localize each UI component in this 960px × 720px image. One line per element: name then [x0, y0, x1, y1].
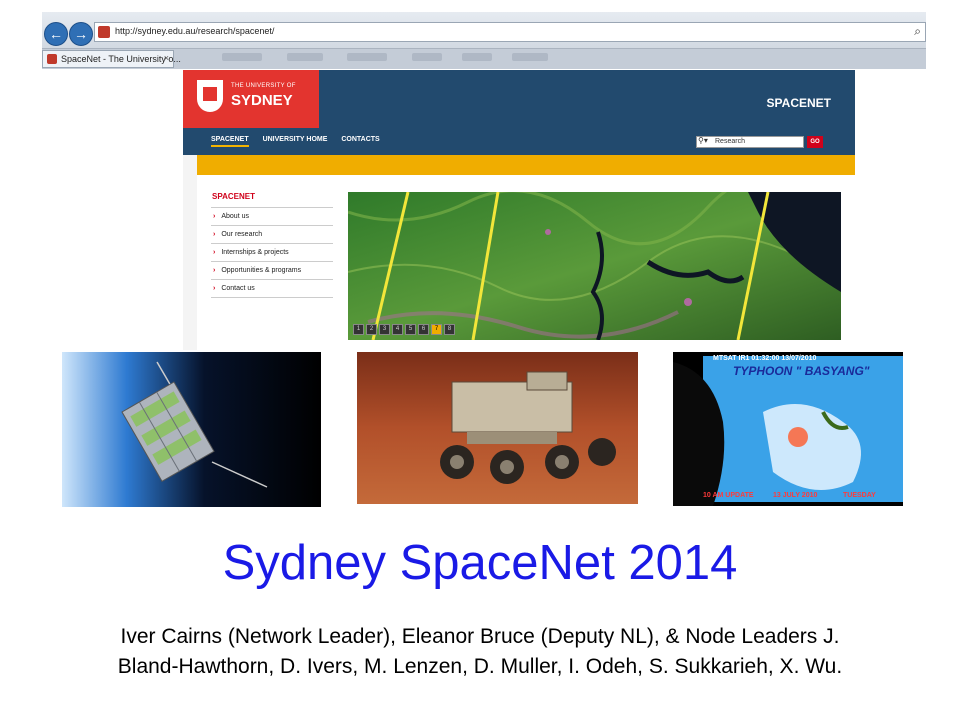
- site-search-input[interactable]: ⚲▾ Research: [696, 136, 804, 148]
- toolbar-item[interactable]: [512, 53, 548, 61]
- logo-small-text: THE UNIVERSITY OF: [231, 83, 296, 89]
- chevron-right-icon: ›: [213, 231, 216, 238]
- slider-page-6[interactable]: 6: [418, 324, 429, 335]
- search-value: Research: [715, 138, 745, 145]
- toolbar-item[interactable]: [412, 53, 442, 61]
- sidebar-item-label: Contact us: [221, 285, 255, 292]
- logo-big-text: SYDNEY: [231, 92, 293, 109]
- authors-line-2: Bland-Hawthorn, D. Ivers, M. Lenzen, D. …: [117, 655, 843, 678]
- day-text: TUESDAY: [843, 492, 876, 499]
- slider-page-1[interactable]: 1: [353, 324, 364, 335]
- sidebar-item-label: Our research: [221, 231, 263, 238]
- typhoon-label: TYPHOON " BASYANG": [733, 364, 870, 378]
- sidebar-menu: › About us › Our research › Internships & p…: [211, 207, 333, 298]
- accent-bar: [197, 155, 855, 175]
- authors-text: Iver Cairns (Network Leader), Eleanor Br…: [0, 622, 960, 682]
- slide-title: Sydney SpaceNet 2014: [222, 536, 738, 590]
- authors-line-1: Iver Cairns (Network Leader), Eleanor Br…: [120, 625, 840, 648]
- slider-pager: 1 2 3 4 5 6 7 8: [353, 324, 455, 335]
- tab-favicon-icon: [47, 54, 57, 64]
- browser-window: ← → http://sydney.edu.au/research/spacen…: [42, 12, 926, 69]
- date-text: 13 JULY 2010: [773, 492, 818, 499]
- cubesat-photo: [62, 352, 321, 507]
- tab-close-icon[interactable]: ×: [164, 53, 169, 63]
- slider-page-8[interactable]: 8: [444, 324, 455, 335]
- chevron-right-icon: ›: [213, 267, 216, 274]
- nav-item-contacts[interactable]: CONTACTS: [341, 136, 379, 143]
- nav-item-spacenet[interactable]: SPACENET: [211, 136, 249, 147]
- search-icon[interactable]: ⌕: [914, 24, 921, 39]
- sidebar-item-contact-us[interactable]: › Contact us: [211, 279, 333, 298]
- chevron-right-icon: ›: [213, 213, 216, 220]
- rover-photo: [357, 352, 638, 504]
- chevron-right-icon: ›: [213, 249, 216, 256]
- address-bar[interactable]: http://sydney.edu.au/research/spacenet/ …: [94, 22, 926, 42]
- crest-icon: [197, 80, 223, 112]
- site-nav: SPACENET UNIVERSITY HOME CONTACTS: [211, 136, 392, 147]
- satellite-image: [348, 192, 841, 340]
- slider-page-7[interactable]: 7: [431, 324, 442, 335]
- satellite-image-slider[interactable]: 1 2 3 4 5 6 7 8: [348, 192, 841, 340]
- browser-tab[interactable]: SpaceNet - The University o... ×: [42, 50, 181, 68]
- toolbar-item[interactable]: [287, 53, 323, 61]
- typhoon-photo: MTSAT IR1 01:32:00 13/07/2010 TYPHOON " …: [673, 352, 903, 506]
- search-icon: ⚲▾: [698, 136, 708, 145]
- site-favicon-icon: [98, 26, 110, 38]
- slider-page-4[interactable]: 4: [392, 324, 403, 335]
- forward-button[interactable]: →: [69, 22, 93, 46]
- sidebar-item-about-us[interactable]: › About us: [211, 207, 333, 225]
- sat-header-text: MTSAT IR1 01:32:00 13/07/2010: [713, 355, 817, 362]
- toolbar-item[interactable]: [462, 53, 492, 61]
- slider-page-3[interactable]: 3: [379, 324, 390, 335]
- toolbar-item[interactable]: [347, 53, 387, 61]
- slider-page-2[interactable]: 2: [366, 324, 377, 335]
- sidebar-item-our-research[interactable]: › Our research: [211, 225, 333, 243]
- sidebar-item-label: Opportunities & programs: [221, 267, 302, 274]
- page-content: SPACENET › About us › Our research › Intern…: [197, 175, 855, 350]
- address-row: ← → http://sydney.edu.au/research/spacen…: [42, 12, 926, 48]
- spacenet-webpage: THE UNIVERSITY OF SYDNEY SPACENET SPACEN…: [183, 70, 855, 350]
- slider-page-5[interactable]: 5: [405, 324, 416, 335]
- tab-row: SpaceNet - The University o... ×: [42, 48, 926, 69]
- chevron-right-icon: ›: [213, 285, 216, 292]
- update-text: 10 AM UPDATE: [703, 492, 754, 499]
- sidebar-item-label: Internships & projects: [221, 249, 289, 256]
- back-button[interactable]: ←: [44, 22, 68, 46]
- cubesat-image: [62, 352, 321, 507]
- nav-item-university-home[interactable]: UNIVERSITY HOME: [263, 136, 328, 143]
- university-logo[interactable]: THE UNIVERSITY OF SYDNEY: [183, 70, 319, 128]
- go-button[interactable]: GO: [807, 136, 823, 148]
- sidebar-title: SPACENET: [212, 192, 255, 201]
- site-name: SPACENET: [766, 96, 831, 110]
- sidebar-item-opportunities[interactable]: › Opportunities & programs: [211, 261, 333, 279]
- sidebar-item-label: About us: [221, 213, 249, 220]
- rover-image: [357, 352, 638, 504]
- sidebar-item-internships[interactable]: › Internships & projects: [211, 243, 333, 261]
- toolbar-item[interactable]: [222, 53, 262, 61]
- url-text: http://sydney.edu.au/research/spacenet/: [115, 26, 275, 36]
- site-header: THE UNIVERSITY OF SYDNEY SPACENET SPACEN…: [183, 70, 855, 155]
